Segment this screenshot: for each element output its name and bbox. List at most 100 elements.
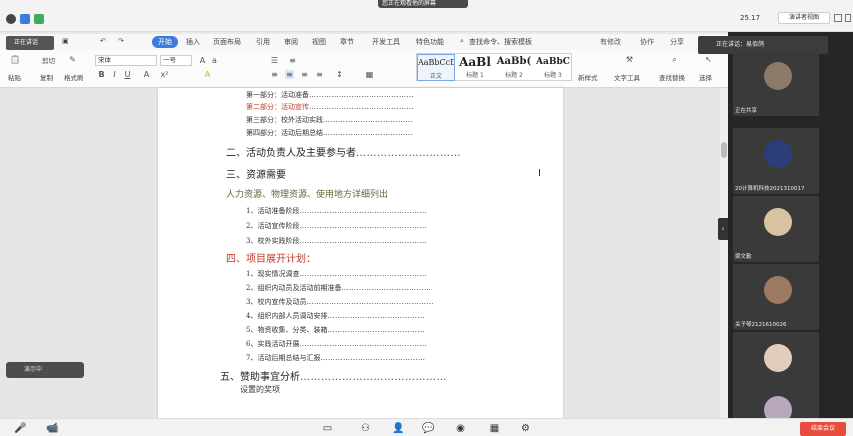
text-tools-icon[interactable]: ⚒ [625, 55, 634, 64]
align-right-icon[interactable]: ≡ [300, 70, 309, 79]
find-replace-icon[interactable]: ⌕ [670, 55, 679, 64]
doc-line-text: 设置的奖项 [240, 385, 280, 394]
camera-icon[interactable]: 📹 [46, 423, 58, 434]
title-bar: 您正在观看他的屏幕 25.17 演讲者视图 [0, 0, 853, 32]
bold-icon[interactable]: B [97, 70, 106, 79]
copy-button[interactable]: 复制 [40, 72, 53, 82]
highlight-icon[interactable]: A [203, 70, 212, 79]
security-icon[interactable]: ⚇ [360, 423, 371, 434]
doc-leader-dots: ……………………………… [323, 129, 413, 137]
cut-button[interactable]: 剪切 [42, 55, 55, 65]
apps-icon[interactable]: ▦ [489, 423, 500, 434]
scrollbar-thumb[interactable] [721, 142, 727, 158]
style-preview: AaBl [459, 55, 491, 69]
doc-line: 5、物资收集、分类、装箱………………………………… [246, 325, 425, 335]
microphone-icon[interactable]: 🎤 [14, 423, 26, 434]
changes-button[interactable]: 有修改 [600, 37, 621, 47]
signal-icon[interactable] [34, 14, 44, 24]
doc-line: 第三部分：校外活动实践……………………………… [246, 115, 413, 125]
tab-developer[interactable]: 开发工具 [372, 37, 400, 47]
tab-view[interactable]: 视图 [312, 37, 326, 47]
doc-line: 四、项目展开计划： [226, 250, 316, 265]
tab-references[interactable]: 引用 [256, 37, 270, 47]
info-icon[interactable] [6, 14, 16, 24]
select-icon[interactable]: ↖ [704, 55, 713, 64]
tab-review[interactable]: 审阅 [284, 37, 298, 47]
minimize-icon[interactable] [834, 14, 842, 22]
close-icon[interactable] [845, 14, 851, 22]
doc-leader-dots: …………………………………… [320, 354, 426, 362]
chat-icon[interactable]: 💬 [422, 423, 434, 434]
meeting-controls: 🎤 📹 ▭ ⚇ 👤 💬 ◉ ▦ ⚙ [0, 418, 853, 436]
style-label: 标题 3 [544, 72, 562, 79]
collaborate-button[interactable]: 协作 [640, 37, 654, 47]
paste-icon[interactable]: 📋 [10, 55, 20, 64]
search-icon[interactable]: ⌕ [460, 37, 464, 46]
italic-icon[interactable]: I [110, 70, 119, 79]
doc-line-text: 4、组织内部人员调动安排 [246, 312, 328, 320]
justify-icon[interactable]: ≡ [315, 70, 324, 79]
align-center-icon[interactable]: ≡ [285, 70, 294, 79]
command-search[interactable]: 查找命令、搜索模板 [469, 37, 532, 47]
doc-line-text: 3、校外实践阶段 [246, 237, 300, 245]
underline-icon[interactable]: U [123, 70, 132, 79]
align-left-icon[interactable]: ≡ [270, 70, 279, 79]
doc-line-text: 五、赞助事宜分析 [220, 372, 300, 383]
members-icon[interactable]: 👤 [392, 423, 404, 434]
borders-icon[interactable]: ▦ [365, 70, 374, 79]
doc-line-text: 第三部分：校外活动实践 [246, 116, 323, 124]
participant-tile[interactable]: 梁文勤 [733, 196, 819, 262]
new-style-button[interactable]: 新样式 [578, 72, 598, 82]
participant-tile[interactable] [733, 384, 819, 418]
font-name-select[interactable]: 宋体 [95, 55, 157, 66]
line-spacing-icon[interactable]: ↕ [335, 70, 344, 79]
tab-chapter[interactable]: 章节 [340, 37, 354, 47]
redo-icon[interactable]: ↷ [118, 37, 124, 45]
avatar [764, 62, 792, 90]
tab-home[interactable]: 开始 [152, 36, 178, 48]
document-page[interactable]: 第一部分：活动准备…………………………………… 第二部分：活动宣传……………………… [158, 88, 563, 418]
participant-tile[interactable]: 20计算机科技2021310017 [733, 128, 819, 194]
doc-line: 3、校外实践阶段…………………………………………… [246, 236, 427, 246]
shield-icon[interactable] [20, 14, 30, 24]
grow-font-icon[interactable]: A [198, 56, 207, 65]
paste-button[interactable]: 粘贴 [8, 72, 21, 82]
doc-leader-dots: …………………………………………… [306, 298, 434, 306]
style-heading-3[interactable]: AaBbC 标题 3 [534, 54, 572, 81]
vertical-scrollbar[interactable] [720, 88, 728, 418]
settings-icon[interactable]: ⚙ [520, 423, 531, 434]
superscript-icon[interactable]: x² [160, 70, 169, 79]
tab-insert[interactable]: 插入 [186, 37, 200, 47]
record-icon[interactable]: ◉ [455, 423, 466, 434]
participant-tile[interactable]: 正在共享 [733, 50, 819, 116]
collapse-panel-button[interactable]: › [718, 218, 728, 240]
format-painter-icon[interactable]: ✎ [68, 55, 77, 64]
doc-line-text: 人力资源、物理资源、使用地方详细列出 [226, 190, 389, 200]
number-list-icon[interactable]: ≡ [288, 56, 297, 65]
quick-save-icon[interactable]: ▣ [62, 37, 69, 45]
participant-tile[interactable]: 关子琴2121610026 [733, 264, 819, 330]
doc-leader-dots: …………………………………………… [299, 222, 427, 230]
format-painter-button[interactable]: 格式刷 [64, 72, 84, 82]
tab-features[interactable]: 特色功能 [416, 37, 444, 47]
share-screen-icon[interactable]: ▭ [322, 423, 333, 434]
bullet-list-icon[interactable]: ☰ [270, 56, 279, 65]
text-tools-button[interactable]: 文字工具 [614, 72, 640, 82]
select-button[interactable]: 选择 [699, 72, 712, 82]
doc-line: 三、资源需要 [226, 166, 286, 181]
undo-icon[interactable]: ↶ [100, 37, 106, 45]
style-normal[interactable]: AaBbCcDd 正文 [417, 54, 455, 81]
collapsed-toolbar[interactable]: 演示中 [6, 362, 84, 378]
find-replace-button[interactable]: 查找替换 [659, 72, 685, 82]
tab-layout[interactable]: 页面布局 [213, 37, 241, 47]
style-heading-1[interactable]: AaBl 标题 1 [456, 54, 494, 81]
view-switch-button[interactable]: 演讲者视图 [778, 12, 830, 24]
share-button[interactable]: 分享 [670, 37, 684, 47]
doc-leader-dots: …………………………………… [309, 91, 414, 99]
shrink-font-icon[interactable]: a [210, 56, 219, 65]
font-color-icon[interactable]: A [142, 70, 151, 79]
font-size-select[interactable]: 一号 [160, 55, 192, 66]
style-heading-2[interactable]: AaBb( 标题 2 [495, 54, 533, 81]
doc-leader-dots: …………………………………………… [299, 237, 427, 245]
end-meeting-button[interactable]: 结束会议 [800, 422, 846, 436]
